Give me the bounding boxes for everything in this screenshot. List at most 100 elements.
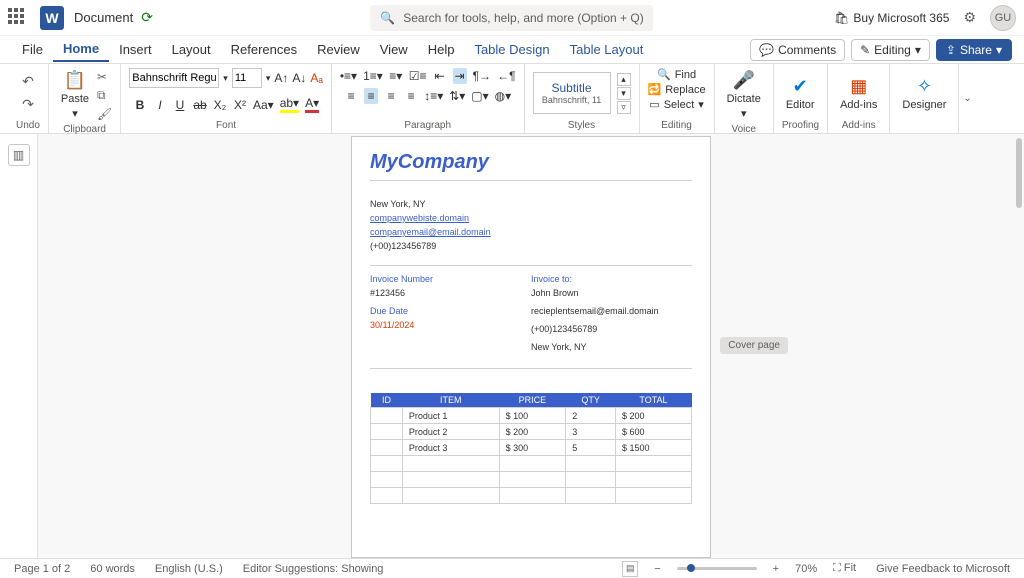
copy-button[interactable]: ⧉ xyxy=(97,88,112,103)
tab-help[interactable]: Help xyxy=(418,38,465,61)
style-preview[interactable]: Subtitle Bahnschrift, 11 xyxy=(533,72,611,114)
ltr-button[interactable]: ¶→ xyxy=(473,69,491,83)
fit-button[interactable]: ⛶ Fit xyxy=(829,562,860,575)
editor-suggestions[interactable]: Editor Suggestions: Showing xyxy=(239,563,388,575)
underline-button[interactable]: U xyxy=(173,98,187,112)
editor-button[interactable]: ✔Editor xyxy=(782,74,819,113)
comments-button[interactable]: 💬 Comments xyxy=(750,39,845,61)
invoice-number[interactable]: #123456 xyxy=(370,288,531,298)
style-next-button[interactable]: ▾ xyxy=(617,87,631,100)
search-placeholder: Search for tools, help, and more (Option… xyxy=(403,11,643,25)
designer-button[interactable]: ✧Designer xyxy=(898,74,950,113)
shrink-font-button[interactable]: A↓ xyxy=(292,71,306,85)
select-button[interactable]: ▭ Select ▾ xyxy=(649,98,704,111)
due-date[interactable]: 30/11/2024 xyxy=(370,320,531,330)
decrease-indent-button[interactable]: ⇤ xyxy=(433,69,447,83)
format-painter-button[interactable]: 🖌 xyxy=(97,107,112,121)
align-right-button[interactable]: ≡ xyxy=(384,89,398,103)
cut-button[interactable]: ✂ xyxy=(97,70,112,84)
highlight-button[interactable]: ab▾ xyxy=(280,96,299,113)
tab-table-design[interactable]: Table Design xyxy=(464,38,559,61)
change-case-button[interactable]: Aa▾ xyxy=(253,98,274,112)
paste-button[interactable]: 📋Paste▾ xyxy=(57,68,93,122)
align-left-button[interactable]: ≡ xyxy=(344,89,358,103)
settings-icon[interactable]: ⚙ xyxy=(963,9,976,26)
tab-references[interactable]: References xyxy=(221,38,307,61)
font-name-input[interactable] xyxy=(129,68,219,88)
superscript-button[interactable]: X² xyxy=(233,98,247,112)
tab-insert[interactable]: Insert xyxy=(109,38,162,61)
search-input[interactable]: 🔍 Search for tools, help, and more (Opti… xyxy=(370,5,653,31)
font-name-chevron-icon[interactable]: ▾ xyxy=(223,73,228,84)
pages-panel-button[interactable]: ▥ xyxy=(8,144,30,166)
clear-formatting-button[interactable]: Aₐ xyxy=(310,71,322,85)
zoom-out-button[interactable]: − xyxy=(650,563,664,575)
subscript-button[interactable]: X₂ xyxy=(213,98,227,112)
page[interactable]: MyCompany New York, NY companywebiste.do… xyxy=(351,136,711,558)
recipient-phone[interactable]: (+00)123456789 xyxy=(531,324,692,334)
company-email[interactable]: companyemail@email.domain xyxy=(370,227,491,237)
tab-view[interactable]: View xyxy=(370,38,418,61)
italic-button[interactable]: I xyxy=(153,98,167,112)
zoom-slider[interactable] xyxy=(677,567,757,570)
redo-button[interactable]: ↷ xyxy=(22,96,34,113)
page-indicator[interactable]: Page 1 of 2 xyxy=(10,563,74,575)
recipient-email[interactable]: recieplentsemail@email.domain xyxy=(531,306,659,316)
th-total: TOTAL xyxy=(615,393,691,408)
tab-review[interactable]: Review xyxy=(307,38,370,61)
numbering-button[interactable]: 1≡▾ xyxy=(363,69,383,83)
app-launcher[interactable] xyxy=(8,8,28,28)
cover-page-pill[interactable]: Cover page xyxy=(720,337,788,354)
shading-button[interactable]: ◍▾ xyxy=(495,89,512,103)
align-center-button[interactable]: ≡ xyxy=(364,88,378,104)
feedback-link[interactable]: Give Feedback to Microsoft xyxy=(872,563,1014,575)
font-color-button[interactable]: A▾ xyxy=(305,96,319,113)
strikethrough-button[interactable]: ab xyxy=(193,98,207,112)
word-count[interactable]: 60 words xyxy=(86,563,139,575)
multilevel-list-button[interactable]: ≡▾ xyxy=(389,69,403,83)
share-button[interactable]: ⇪ Share ▾ xyxy=(936,39,1012,61)
style-gallery-button[interactable]: ▿ xyxy=(617,101,631,114)
font-size-chevron-icon[interactable]: ▾ xyxy=(266,73,271,84)
language-indicator[interactable]: English (U.S.) xyxy=(151,563,227,575)
zoom-in-button[interactable]: + xyxy=(769,563,783,575)
editing-mode-button[interactable]: ✎ Editing ▾ xyxy=(851,39,930,61)
company-phone[interactable]: (+00)123456789 xyxy=(370,241,692,251)
company-website[interactable]: companywebiste.domain xyxy=(370,213,469,223)
increase-indent-button[interactable]: ⇥ xyxy=(453,68,467,84)
undo-button[interactable]: ↶ xyxy=(22,73,34,90)
find-button[interactable]: 🔍 Find xyxy=(657,68,696,81)
company-title[interactable]: MyCompany xyxy=(370,151,692,181)
rtl-button[interactable]: ←¶ xyxy=(497,69,515,83)
reading-view-button[interactable]: ▤ xyxy=(622,561,638,577)
autosave-icon[interactable]: ⟳ xyxy=(141,9,153,26)
company-address[interactable]: New York, NY xyxy=(370,199,692,209)
recipient-address[interactable]: New York, NY xyxy=(531,342,692,352)
borders-button[interactable]: ▢▾ xyxy=(471,89,488,103)
grow-font-button[interactable]: A↑ xyxy=(274,71,288,85)
zoom-level[interactable]: 70% xyxy=(795,563,817,575)
task-list-button[interactable]: ☑≡ xyxy=(409,69,427,83)
justify-button[interactable]: ≡ xyxy=(404,89,418,103)
paragraph-spacing-button[interactable]: ⇅▾ xyxy=(449,89,465,103)
vertical-scrollbar[interactable] xyxy=(1014,134,1024,558)
font-size-input[interactable] xyxy=(232,68,262,88)
avatar[interactable]: GU xyxy=(990,5,1016,31)
tab-home[interactable]: Home xyxy=(53,37,109,62)
style-prev-button[interactable]: ▴ xyxy=(617,73,631,86)
tab-layout[interactable]: Layout xyxy=(162,38,221,61)
buy-microsoft-link[interactable]: 🛍 Buy Microsoft 365 xyxy=(834,11,949,25)
ribbon-overflow-button[interactable]: ⌄ xyxy=(963,93,971,104)
line-spacing-button[interactable]: ↕≡▾ xyxy=(424,89,443,103)
bullets-button[interactable]: •≡▾ xyxy=(340,69,357,83)
document-title[interactable]: Document xyxy=(74,10,133,25)
tab-table-layout[interactable]: Table Layout xyxy=(560,38,654,61)
bold-button[interactable]: B xyxy=(133,98,147,112)
addins-button[interactable]: ▦Add-ins xyxy=(836,74,881,113)
items-table[interactable]: ID ITEM PRICE QTY TOTAL Product 1$ 1002$… xyxy=(370,393,692,504)
dictate-button[interactable]: 🎤Dictate▾ xyxy=(723,68,765,122)
document-canvas[interactable]: MyCompany New York, NY companywebiste.do… xyxy=(38,134,1024,558)
recipient-name[interactable]: John Brown xyxy=(531,288,692,298)
replace-button[interactable]: 🔁 Replace xyxy=(648,83,706,96)
tab-file[interactable]: File xyxy=(12,38,53,61)
